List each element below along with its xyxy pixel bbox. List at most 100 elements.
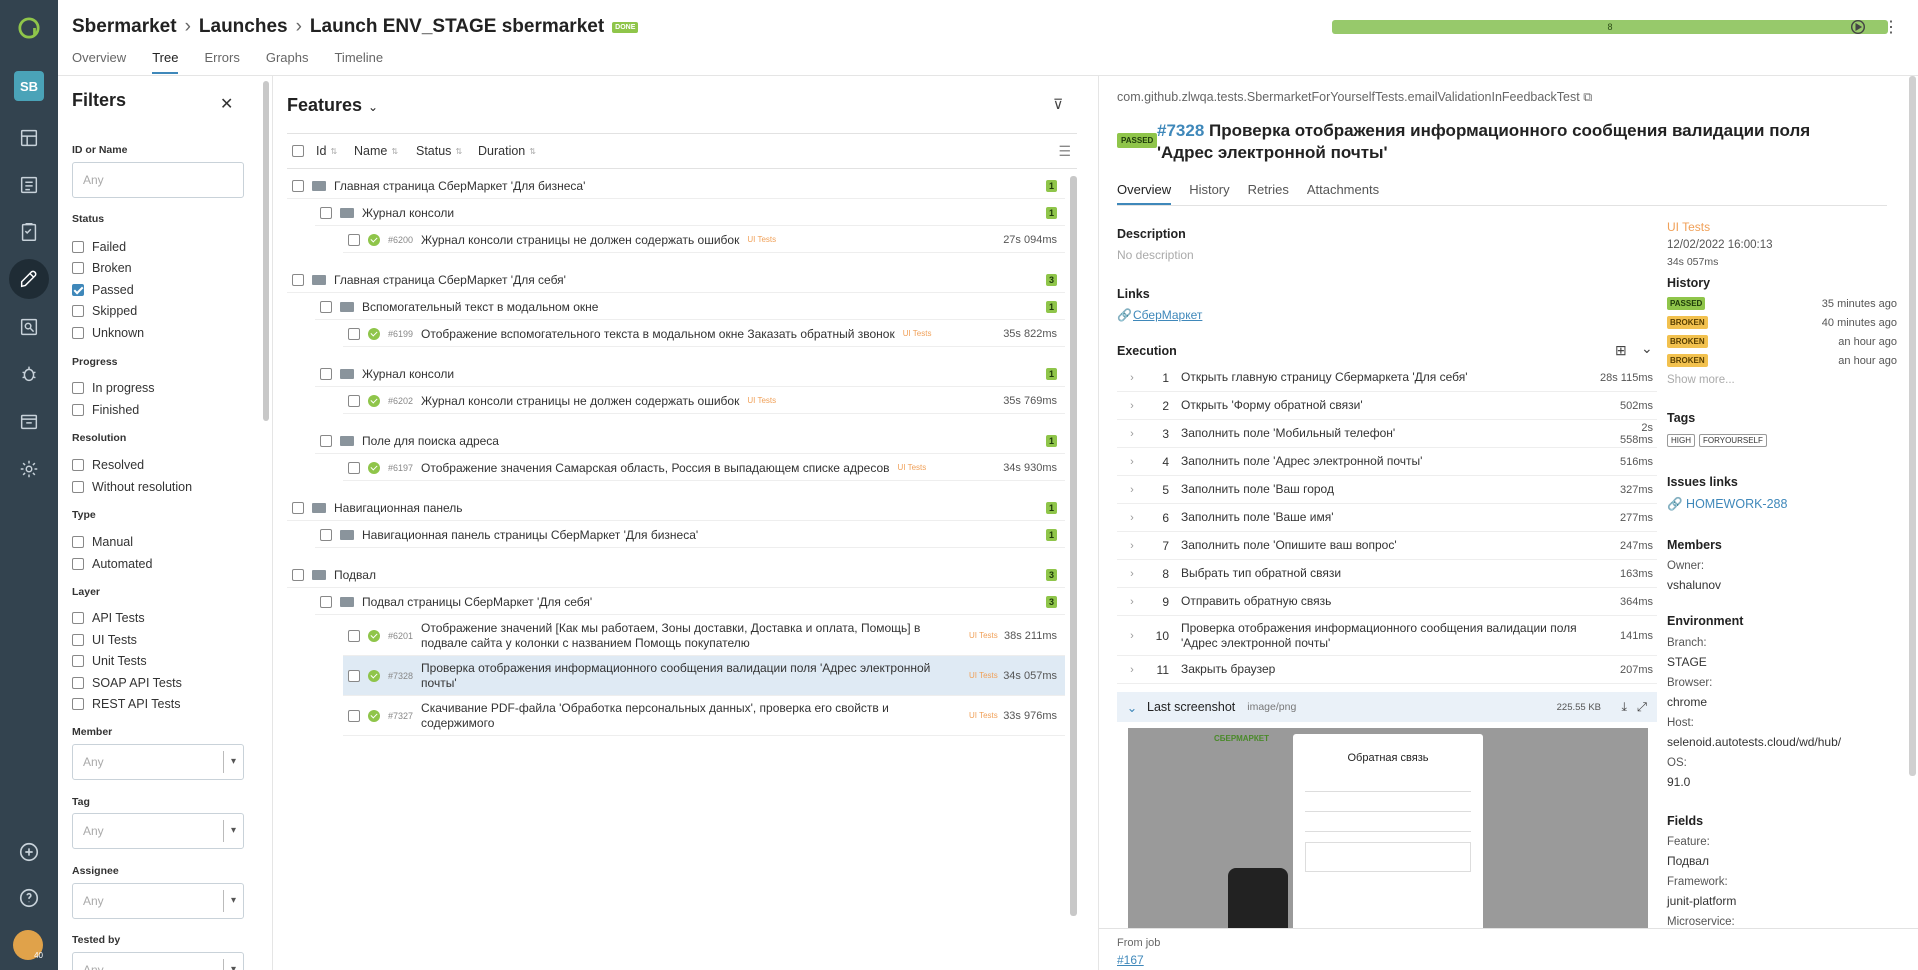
jobs-icon[interactable] <box>15 407 43 435</box>
checkbox[interactable] <box>72 558 84 570</box>
checkbox[interactable] <box>72 612 84 624</box>
column-settings-icon[interactable]: ☰ <box>1058 143 1071 160</box>
tree-leaf-row[interactable]: #6202 Журнал консоли страницы не должен с… <box>343 388 1065 414</box>
step-row[interactable]: › 3 Заполнить поле 'Мобильный телефон' 2s 5… <box>1117 420 1657 448</box>
step-row[interactable]: › 9 Отправить обратную связь 364ms <box>1117 588 1657 616</box>
checkbox[interactable] <box>348 233 360 246</box>
checkbox[interactable] <box>72 459 84 471</box>
test-number[interactable]: #7328 <box>1157 121 1204 140</box>
checkbox[interactable] <box>72 536 84 548</box>
detail-scrollbar[interactable] <box>1909 76 1916 776</box>
checkbox[interactable] <box>292 179 304 192</box>
issue-link[interactable]: 🔗 HOMEWORK-288 <box>1667 497 1787 512</box>
history-status-badge[interactable]: BROKEN <box>1667 335 1708 348</box>
status-unknown-checkbox[interactable]: Unknown <box>72 326 144 340</box>
resolution-without-checkbox[interactable]: Without resolution <box>72 480 192 494</box>
filter-clear-icon[interactable]: ⊽ <box>1053 96 1063 113</box>
analytics-icon[interactable] <box>15 313 43 341</box>
tag-select[interactable]: Any ▾ <box>72 813 244 849</box>
col-duration[interactable]: Duration ⇅ <box>478 144 536 158</box>
history-status-badge[interactable]: BROKEN <box>1667 354 1708 367</box>
tree-group-row[interactable]: Навигационная панель 1 <box>287 495 1065 521</box>
member-select[interactable]: Any ▾ <box>72 744 244 780</box>
tree-group-row[interactable]: Журнал консоли 1 <box>315 361 1065 387</box>
history-status-badge[interactable]: BROKEN <box>1667 316 1708 329</box>
checkbox[interactable] <box>72 382 84 394</box>
assignee-select[interactable]: Any ▾ <box>72 883 244 919</box>
more-vertical-icon[interactable]: ⋮ <box>1881 17 1901 37</box>
checkbox[interactable] <box>348 669 360 682</box>
status-passed-checkbox[interactable]: Passed <box>72 283 134 297</box>
status-broken-checkbox[interactable]: Broken <box>72 261 132 275</box>
step-row[interactable]: › 5 Заполнить поле 'Ваш город 327ms <box>1117 476 1657 504</box>
testcases-icon[interactable] <box>15 171 43 199</box>
tab-overview[interactable]: Overview <box>72 50 126 74</box>
tree-leaf-row[interactable]: #7327 Скачивание PDF-файла 'Обработка пер… <box>343 696 1065 736</box>
checkbox[interactable] <box>320 300 332 313</box>
checkbox[interactable] <box>320 367 332 380</box>
chevron-down-icon[interactable]: ⌄ <box>1641 340 1653 357</box>
status-skipped-checkbox[interactable]: Skipped <box>72 304 137 318</box>
tab-history[interactable]: History <box>1189 182 1229 205</box>
step-row[interactable]: › 10 Проверка отображения информационного … <box>1117 616 1657 656</box>
rerun-icon[interactable] <box>1848 17 1868 37</box>
checkbox[interactable] <box>292 501 304 514</box>
checkbox[interactable] <box>72 481 84 493</box>
dashboard-icon[interactable] <box>15 124 43 152</box>
tag-badge[interactable]: FORYOURSELF <box>1699 434 1767 447</box>
checkbox[interactable] <box>72 698 84 710</box>
project-avatar[interactable]: SB <box>14 71 44 101</box>
select-all-checkbox[interactable] <box>292 145 304 157</box>
show-more-link[interactable]: Show more... <box>1667 374 1735 386</box>
checkbox[interactable] <box>72 634 84 646</box>
tag-badge[interactable]: HIGH <box>1667 434 1695 447</box>
tree-group-row[interactable]: Навигационная панель страницы СберМаркет… <box>315 522 1065 548</box>
testplans-icon[interactable] <box>15 218 43 246</box>
checkbox[interactable] <box>320 206 332 219</box>
checkbox[interactable] <box>320 595 332 608</box>
checkbox[interactable] <box>292 273 304 286</box>
layer-ui-checkbox[interactable]: UI Tests <box>72 633 137 647</box>
checkbox[interactable] <box>72 327 84 339</box>
tree-group-row[interactable]: Главная страница СберМаркет 'Для бизнеса… <box>287 173 1065 199</box>
progress-finished-checkbox[interactable]: Finished <box>72 403 139 417</box>
checkbox[interactable] <box>72 655 84 667</box>
tab-overview[interactable]: Overview <box>1117 182 1172 205</box>
checkbox[interactable] <box>72 262 84 274</box>
checkbox[interactable] <box>72 404 84 416</box>
id-name-input[interactable]: Any <box>72 162 244 198</box>
tab-graphs[interactable]: Graphs <box>266 50 309 74</box>
settings-gear-icon[interactable] <box>15 455 43 483</box>
tree-leaf-row-selected[interactable]: #7328 Проверка отображения информационног… <box>343 656 1065 696</box>
step-row[interactable]: › 1 Открыть главную страницу Сбермаркета '… <box>1117 364 1657 392</box>
filters-scrollbar[interactable] <box>263 81 269 421</box>
tab-errors[interactable]: Errors <box>204 50 239 74</box>
breadcrumb-launches[interactable]: Launches <box>199 16 288 38</box>
launches-icon[interactable] <box>9 259 49 299</box>
help-icon[interactable] <box>15 884 43 912</box>
tree-leaf-row[interactable]: #6197 Отображение значения Самарская обла… <box>343 455 1065 481</box>
step-row[interactable]: › 6 Заполнить поле 'Ваше имя' 277ms <box>1117 504 1657 532</box>
features-dropdown[interactable]: Features ⌄ <box>287 95 378 116</box>
col-name[interactable]: Name ⇅ <box>354 144 416 158</box>
expand-all-icon[interactable]: ⊞ <box>1615 342 1627 359</box>
tree-group-row[interactable]: Подвал 3 <box>287 562 1065 588</box>
from-job-link[interactable]: #167 <box>1117 953 1144 967</box>
allure-logo-icon[interactable] <box>13 12 45 44</box>
checkbox[interactable] <box>348 629 360 642</box>
checkbox[interactable] <box>72 241 84 253</box>
tree-leaf-row[interactable]: #6201 Отображение значений [Как мы работа… <box>343 616 1065 656</box>
checkbox[interactable] <box>320 528 332 541</box>
col-id[interactable]: Id ⇅ <box>316 144 354 158</box>
step-row[interactable]: › 4 Заполнить поле 'Адрес электронной почт… <box>1117 448 1657 476</box>
tree-group-row[interactable]: Вспомогательный текст в модальном окне 1 <box>315 294 1065 320</box>
tree-group-row[interactable]: Подвал страницы СберМаркет 'Для себя' 3 <box>315 589 1065 615</box>
tab-tree[interactable]: Tree <box>152 50 179 74</box>
tab-attachments[interactable]: Attachments <box>1307 182 1379 205</box>
user-avatar[interactable]: 40 <box>13 930 43 960</box>
testedby-select[interactable]: Any ▾ <box>72 952 244 970</box>
tree-group-row[interactable]: Главная страница СберМаркет 'Для себя' 3 <box>287 267 1065 293</box>
checkbox[interactable] <box>348 327 360 340</box>
status-failed-checkbox[interactable]: Failed <box>72 240 126 254</box>
layer-api-checkbox[interactable]: API Tests <box>72 611 145 625</box>
